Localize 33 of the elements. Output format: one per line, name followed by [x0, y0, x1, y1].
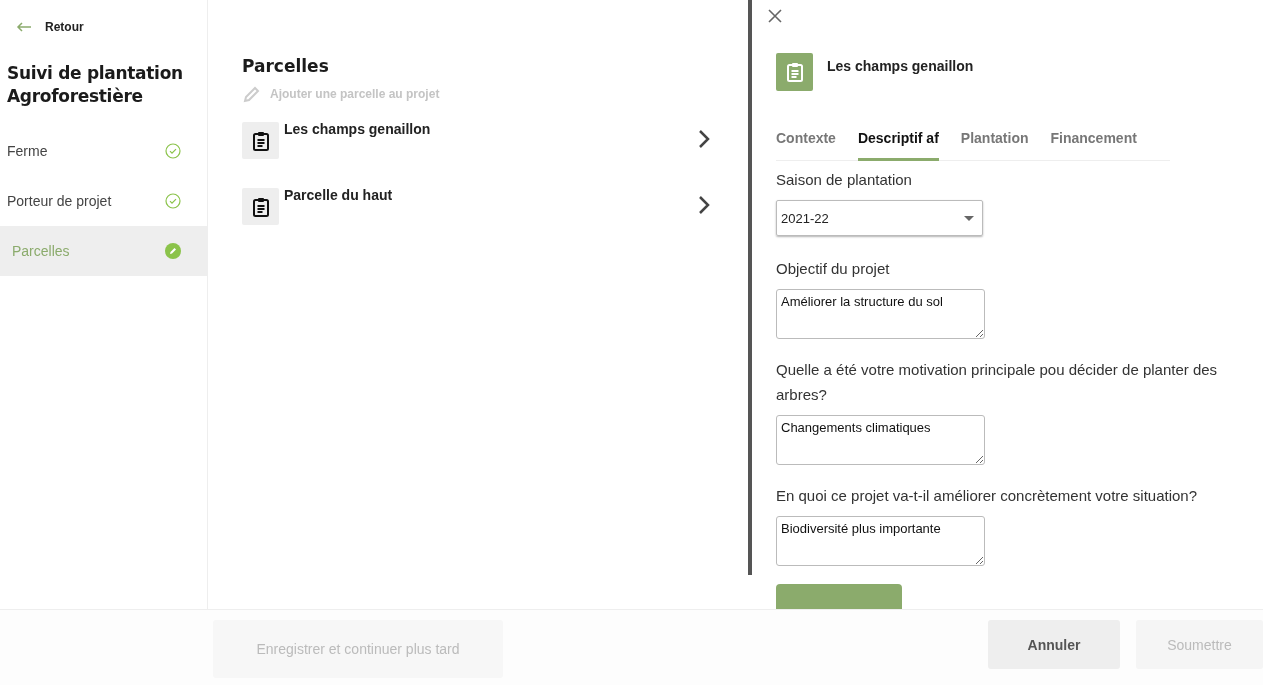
section-title: Parcelles: [242, 56, 330, 76]
text-area[interactable]: Changements climatiques: [776, 415, 985, 465]
pencil-icon: [242, 84, 262, 104]
close-icon[interactable]: [768, 9, 782, 23]
text-area[interactable]: Biodiversité plus importante: [776, 516, 985, 566]
field-label: En quoi ce projet va-t-il améliorer concrètement votre situation?: [776, 486, 1199, 506]
pencil-icon: [165, 243, 181, 259]
app-title: Suivi de plantation Agroforestière: [7, 62, 184, 108]
season-dropdown[interactable]: 2021-22: [776, 200, 983, 236]
cancel-button[interactable]: Annuler: [988, 620, 1120, 669]
text-area[interactable]: Améliorer la structure du sol: [776, 289, 985, 339]
dropdown-caret-icon: [964, 215, 974, 221]
clipboard-icon: [776, 53, 813, 91]
chevron-right-icon: [698, 129, 710, 149]
clipboard-icon: [242, 122, 279, 159]
tab[interactable]: Financement: [1050, 127, 1137, 161]
check-icon: [165, 143, 181, 159]
tab[interactable]: Plantation: [960, 127, 1029, 161]
tab[interactable]: Contexte: [776, 127, 836, 161]
parcel-item[interactable]: Les champs genaillon: [242, 122, 748, 188]
sidebar-item[interactable]: Ferme: [0, 126, 207, 176]
sidebar-item[interactable]: Porteur de projet: [0, 176, 207, 226]
chevron-right-icon: [698, 195, 710, 215]
back-link[interactable]: Retour: [0, 0, 207, 34]
field-label: Objectif du projet: [776, 259, 891, 279]
tab[interactable]: Descriptif af: [857, 127, 939, 161]
check-icon: [165, 193, 181, 209]
back-arrow-icon: [16, 22, 32, 32]
parcel-item[interactable]: Parcelle du haut: [242, 188, 748, 254]
parcel-title: Les champs genaillon: [827, 58, 974, 74]
field-label: Saison de plantation: [776, 170, 913, 190]
clipboard-icon: [242, 188, 279, 225]
field-label: Quelle a été votre motivation principale pou décider de planter des arbres?: [776, 360, 1219, 405]
